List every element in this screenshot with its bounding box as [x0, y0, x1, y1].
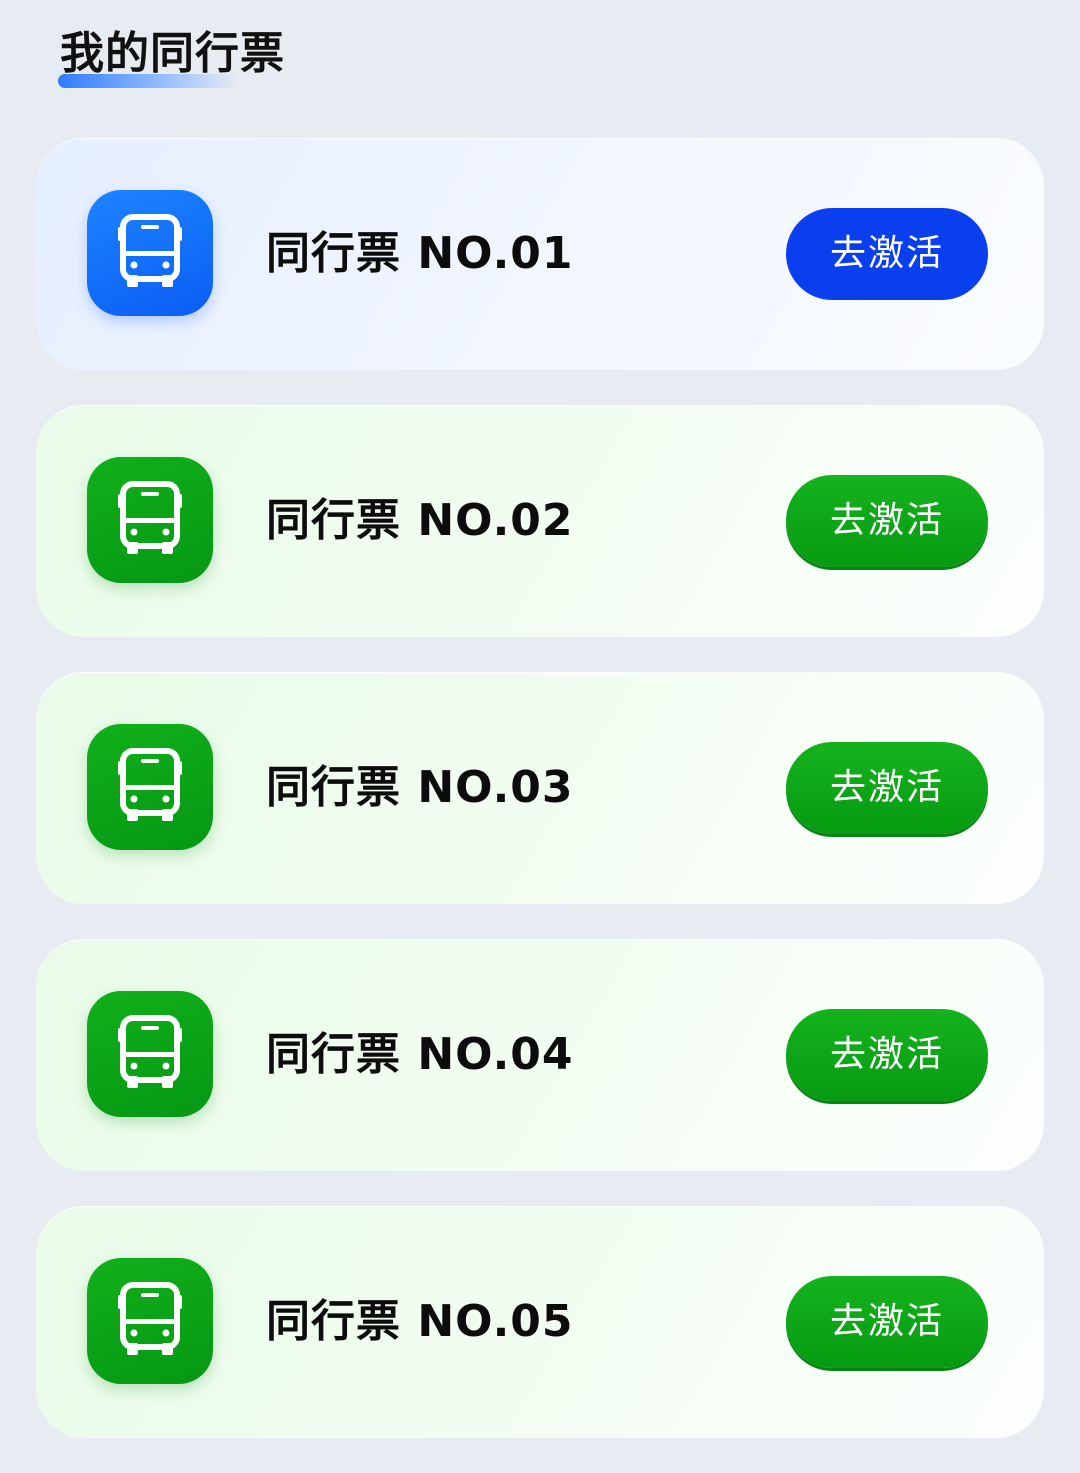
- bus-icon: [87, 991, 213, 1117]
- bus-icon: [87, 724, 213, 850]
- ticket-name: 同行票 NO.05: [266, 1296, 574, 1347]
- ticket-card[interactable]: 同行票 NO.02 去激活: [36, 405, 1044, 637]
- ticket-name: 同行票 NO.04: [266, 1029, 574, 1080]
- ticket-card[interactable]: 同行票 NO.03 去激活: [36, 672, 1044, 904]
- ticket-name: 同行票 NO.01: [266, 228, 574, 279]
- activate-button[interactable]: 去激活: [786, 475, 988, 567]
- ticket-list: 同行票 NO.01 去激活 同行票 NO.02 去激活 同行票 NO.03 去激…: [36, 138, 1044, 1473]
- bus-icon: [87, 190, 213, 316]
- page-header: 我的同行票: [58, 22, 285, 92]
- activate-button[interactable]: 去激活: [786, 208, 988, 300]
- ticket-card[interactable]: 同行票 NO.01 去激活: [36, 138, 1044, 370]
- page-title: 我的同行票: [60, 28, 285, 79]
- activate-button[interactable]: 去激活: [786, 742, 988, 834]
- ticket-card[interactable]: 同行票 NO.04 去激活: [36, 939, 1044, 1171]
- activate-button[interactable]: 去激活: [786, 1276, 988, 1368]
- bus-icon: [87, 1258, 213, 1384]
- ticket-name: 同行票 NO.03: [266, 762, 574, 813]
- bus-icon: [87, 457, 213, 583]
- ticket-card[interactable]: 同行票 NO.05 去激活: [36, 1206, 1044, 1438]
- activate-button[interactable]: 去激活: [786, 1009, 988, 1101]
- ticket-name: 同行票 NO.02: [266, 495, 574, 546]
